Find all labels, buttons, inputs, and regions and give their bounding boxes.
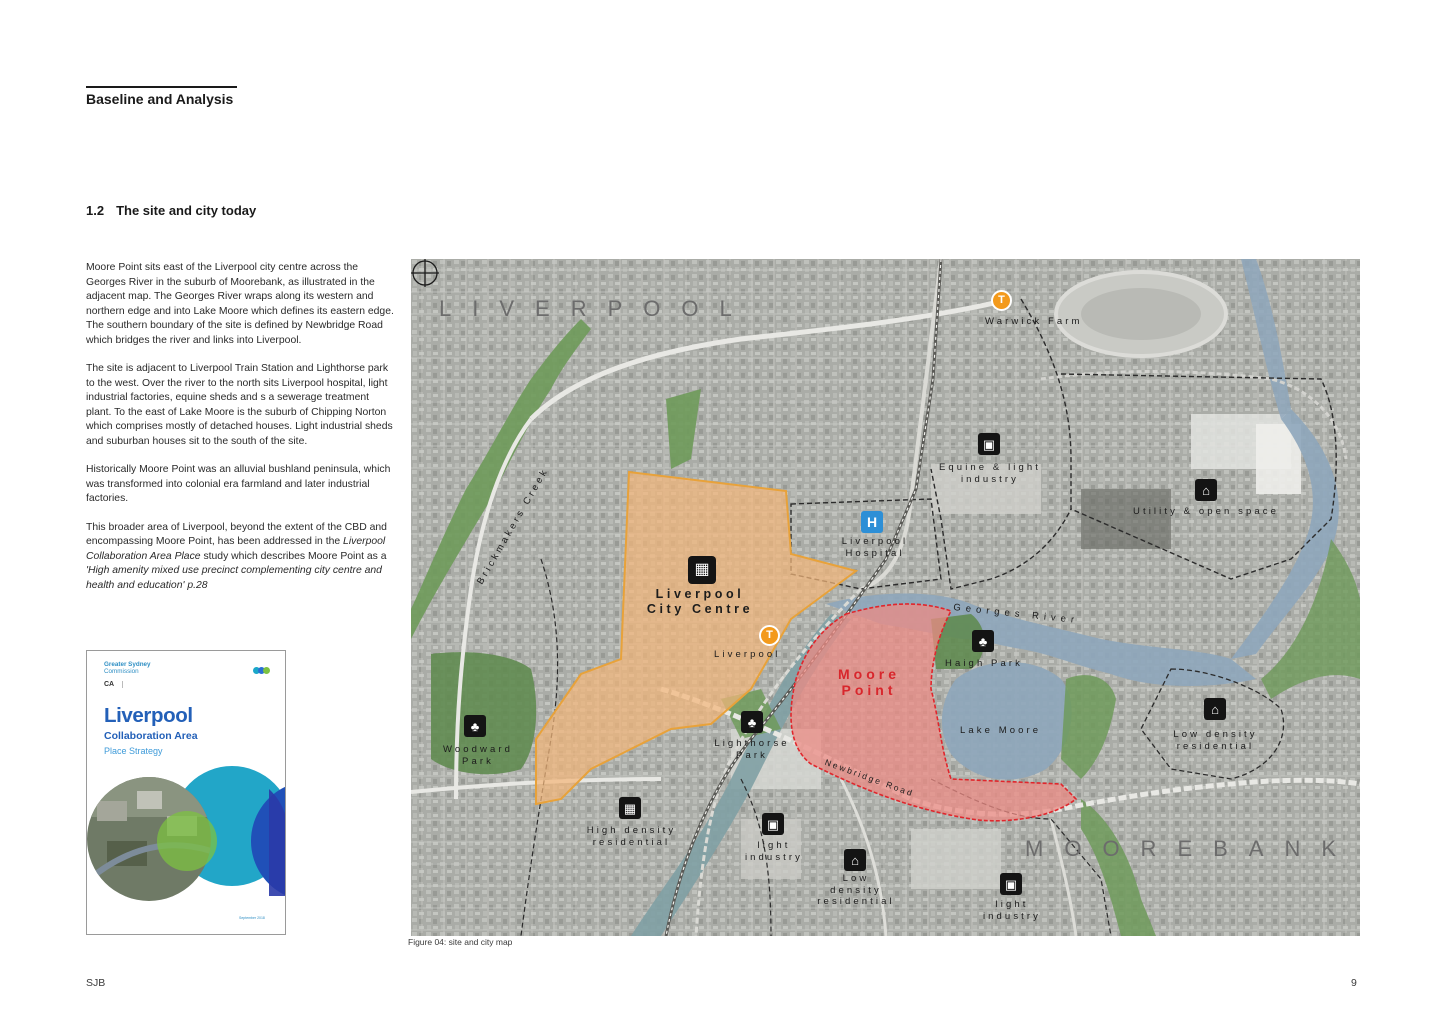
label-low-density-residential-south: Low density residential <box>817 873 895 907</box>
utility-icon: ⌂ <box>1195 479 1217 501</box>
paragraph-1: Moore Point sits east of the Liverpool c… <box>86 262 394 346</box>
site-and-city-map: LIVERPOOL MOOREBANK T Warwick Farm ▣ Equ… <box>411 259 1360 936</box>
cover-title: Liverpool <box>104 704 193 727</box>
cover-ca-mark: CA <box>104 681 115 688</box>
map-graphic <box>411 259 1360 936</box>
cover-ca-lines <box>122 681 158 689</box>
label-liverpool-hospital: Liverpool Hospital <box>841 536 909 559</box>
page-number: 9 <box>1351 977 1357 989</box>
low-density-house-icon: ⌂ <box>844 849 866 871</box>
section-title: Baseline and Analysis <box>86 91 234 107</box>
label-lake-moore: Lake Moore <box>960 725 1042 736</box>
report-cover: Greater Sydney Commission CA Liverpool C… <box>86 650 286 935</box>
body-text: Moore Point sits east of the Liverpool c… <box>86 261 394 593</box>
cover-logo-dots <box>253 661 270 679</box>
label-utility-open-space: Utility & open space <box>1133 506 1279 517</box>
paragraph-4: This broader area of Liverpool, beyond t… <box>86 521 387 591</box>
city-centre-icon: ▦ <box>688 556 716 584</box>
label-liverpool-station: Liverpool <box>714 649 781 660</box>
cover-subtitle-2: Place Strategy <box>104 746 163 756</box>
label-liverpool-city-centre: Liverpool City Centre <box>646 587 754 616</box>
hospital-icon: H <box>861 511 883 533</box>
cover-logo-dot <box>263 667 270 674</box>
subsection-title: The site and city today <box>116 203 257 218</box>
lighthorse-park-icon: ♣ <box>741 711 763 733</box>
label-moore-point: Moore Point <box>838 666 900 698</box>
industry-icon: ▣ <box>978 433 1000 455</box>
label-high-density-residential: High density residential <box>586 825 677 848</box>
subsection-heading: 1.2 The site and city today <box>86 203 256 218</box>
park-icon: ♣ <box>972 630 994 652</box>
label-lighthorse-park: Lighthorse Park <box>714 738 790 761</box>
paragraph-2: The site is adjacent to Liverpool Train … <box>86 363 393 447</box>
light-industry-icon: ▣ <box>762 813 784 835</box>
cover-graphic <box>87 766 285 901</box>
train-station-icon: T <box>991 290 1012 311</box>
label-warwick-farm: Warwick Farm <box>985 316 1083 327</box>
liverpool-station-icon: T <box>759 625 780 646</box>
cover-publisher: Greater Sydney Commission <box>104 661 151 675</box>
label-haigh-park: Haigh Park <box>945 658 1023 669</box>
house-icon: ⌂ <box>1204 698 1226 720</box>
cover-date: September 2018 <box>239 916 265 920</box>
paragraph-3: Historically Moore Point was an alluvial… <box>86 464 391 504</box>
cover-subtitle: Collaboration Area <box>104 730 198 742</box>
footer-brand: SJB <box>86 977 106 989</box>
label-low-density-residential-east: Low density residential <box>1173 729 1258 752</box>
label-light-industry-2: light industry <box>982 899 1042 922</box>
label-equine-light-industry: Equine & light industry <box>938 462 1042 485</box>
light-industry-2-icon: ▣ <box>1000 873 1022 895</box>
subsection-number: 1.2 <box>86 203 105 218</box>
label-light-industry-1: light industry <box>744 840 804 863</box>
label-woodward-park: Woodward Park <box>442 744 514 767</box>
study-quote: 'High amenity mixed use precinct complem… <box>86 565 382 591</box>
figure-caption: Figure 04: site and city map <box>408 937 513 947</box>
suburb-label-moorebank: MOOREBANK <box>1025 836 1358 861</box>
suburb-label-liverpool: LIVERPOOL <box>439 296 753 321</box>
woodward-park-icon: ♣ <box>464 715 486 737</box>
high-density-icon: ▦ <box>619 797 641 819</box>
north-compass-icon <box>411 259 439 287</box>
header-rule <box>86 86 237 88</box>
